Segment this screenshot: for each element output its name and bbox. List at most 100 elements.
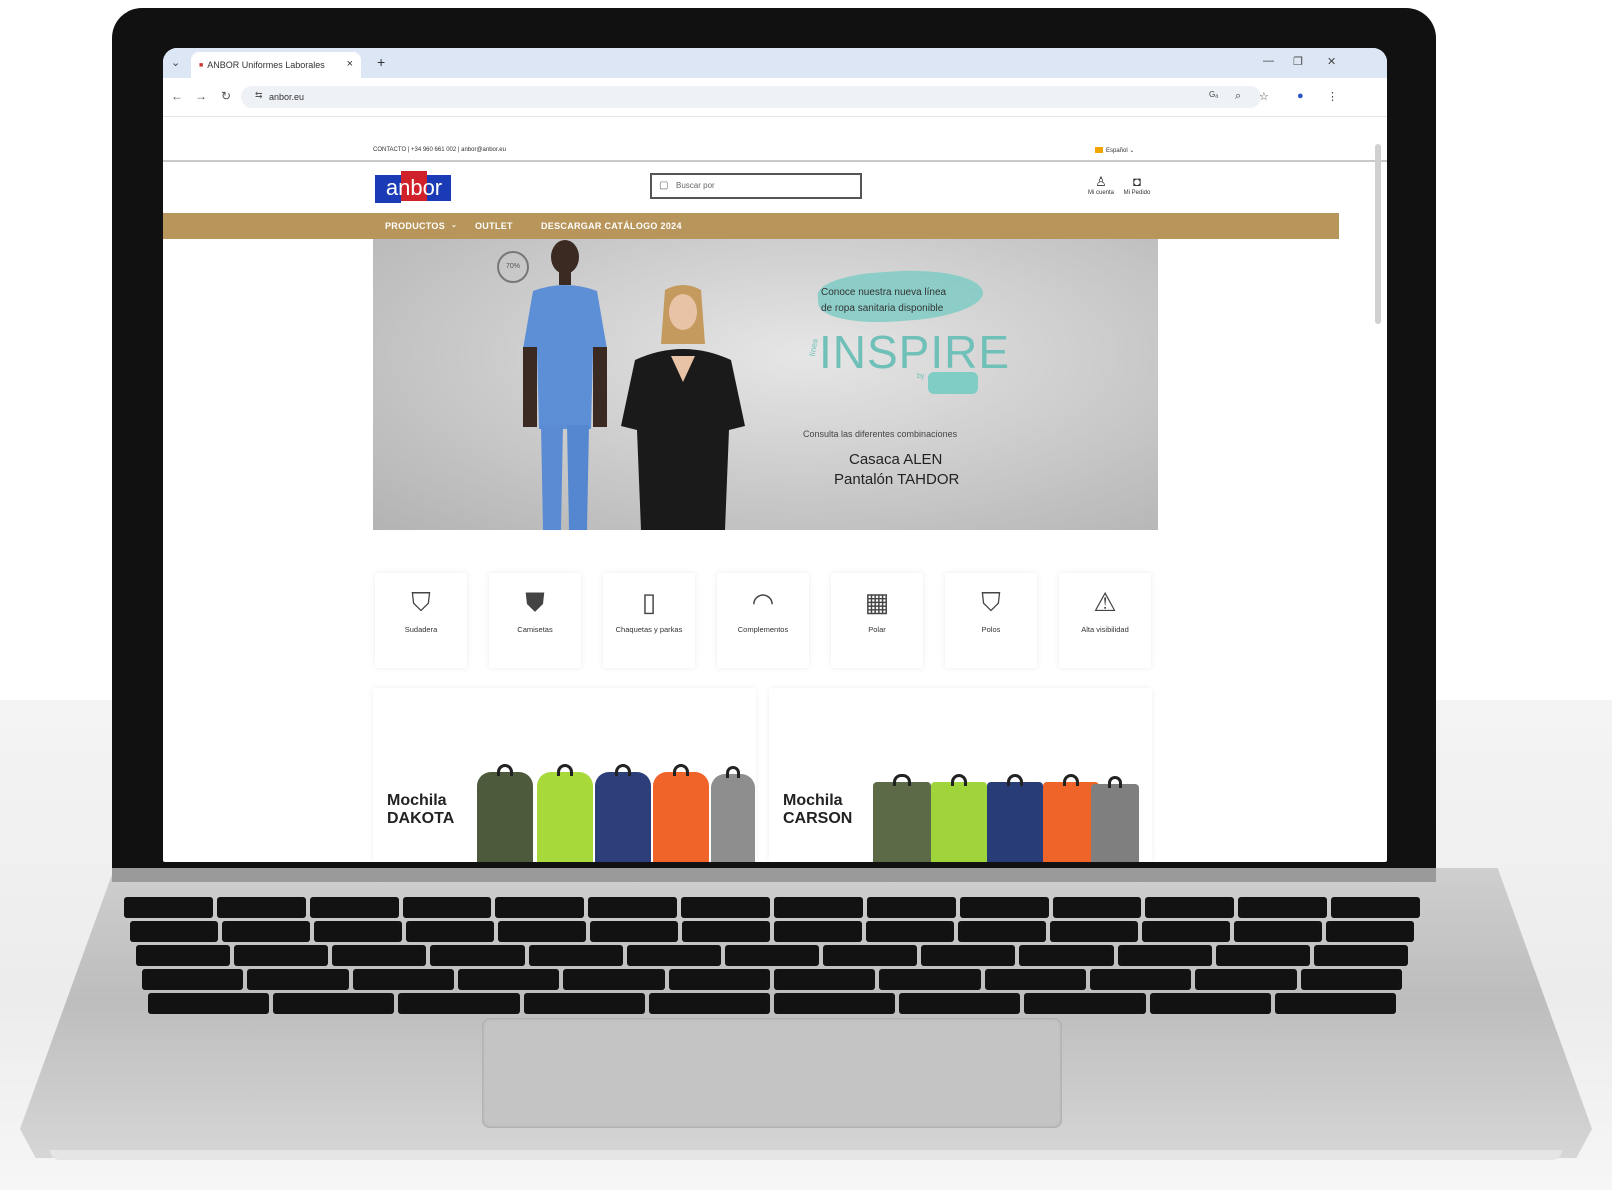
backpack-lime	[931, 774, 987, 862]
account-link[interactable]: ♙ Mi cuenta	[1081, 174, 1121, 196]
browser-address-row: ← → ↻ anbor.eu ⇆ Gₐ ⌕ ☆ ● ⋮	[163, 78, 1387, 117]
keyboard-key	[130, 921, 218, 942]
keyboard-key	[309, 897, 399, 918]
keyboard-key	[866, 897, 956, 918]
laptop-front-edge	[50, 1150, 1562, 1160]
keyboard-key	[774, 969, 876, 990]
keyboard-key	[430, 945, 525, 966]
keyboard-key	[523, 993, 645, 1014]
cart-label: Mi Pedido	[1123, 190, 1151, 196]
backpack-navy	[987, 774, 1043, 862]
backpack-lime	[537, 764, 593, 862]
category-label: Polos	[981, 625, 1001, 634]
tab-title: ANBOR Uniformes Laborales	[207, 60, 325, 70]
new-tab-button[interactable]: +	[377, 54, 385, 70]
keyboard-key	[1300, 969, 1402, 990]
keyboard-key	[1145, 897, 1235, 918]
language-label: Español	[1106, 148, 1128, 154]
forward-icon[interactable]: →	[195, 89, 207, 103]
keyboard-key	[1019, 945, 1114, 966]
profile-icon[interactable]: ●	[1297, 90, 1304, 102]
keyboard-key	[1234, 921, 1322, 942]
backpack-grey	[1091, 776, 1139, 862]
keyboard-key	[1149, 993, 1271, 1014]
keyboard-key	[1274, 993, 1396, 1014]
browser-tab[interactable]: ■ ANBOR Uniformes Laborales ×	[191, 52, 361, 78]
model-man-scrubs	[523, 240, 607, 530]
category-complementos[interactable]: ◠ Complementos	[717, 573, 809, 668]
menu-item-catalogo[interactable]: DESCARGAR CATÁLOGO 2024	[541, 221, 682, 231]
keyboard-key	[1313, 945, 1408, 966]
promo-mochila-carson[interactable]: Mochila CARSON	[769, 688, 1152, 862]
tab-list-icon[interactable]: ⌄	[171, 56, 180, 69]
translate-icon[interactable]: Gₐ	[1209, 90, 1218, 99]
keyboard-key	[823, 945, 918, 966]
menu-item-outlet[interactable]: OUTLET	[475, 221, 513, 231]
polo-icon: ⛉	[981, 587, 1001, 617]
window-close-icon[interactable]: ✕	[1327, 55, 1336, 68]
keyboard-key	[1142, 921, 1230, 942]
site-info-icon[interactable]: ⇆	[255, 90, 263, 101]
keyboard-key	[724, 945, 820, 966]
cart-link[interactable]: ◘ Mi Pedido	[1117, 174, 1157, 196]
category-label: Sudadera	[404, 625, 438, 634]
bookmark-star-icon[interactable]: ☆	[1259, 90, 1269, 103]
category-chaquetas[interactable]: ▯ Chaquetas y parkas	[603, 573, 695, 668]
category-camisetas[interactable]: ⛊ Camisetas	[489, 573, 581, 668]
restore-icon[interactable]: ❐	[1293, 55, 1303, 68]
keyboard-key	[921, 945, 1016, 966]
keyboard-key	[1090, 969, 1192, 990]
keyboard-key	[648, 993, 770, 1014]
tshirt-icon: ⛊	[525, 587, 545, 617]
top-info-strip: CONTACTO | +34 960 661 002 | anbor@anbor…	[163, 144, 1387, 162]
language-selector[interactable]: Español ⌄	[1095, 147, 1134, 154]
category-polar[interactable]: ▦ Polar	[831, 573, 923, 668]
category-polos[interactable]: ⛉ Polos	[945, 573, 1037, 668]
reload-icon[interactable]: ↻	[221, 89, 231, 103]
page-scrollbar[interactable]	[1375, 144, 1381, 324]
keyboard-key	[1238, 897, 1328, 918]
backpack-olive	[873, 774, 931, 862]
keyboard-key	[1215, 945, 1310, 966]
search-input[interactable]: ▢ Buscar por	[650, 173, 862, 199]
laptop-screen: ⌄ ■ ANBOR Uniformes Laborales × + — ❐ ✕ …	[163, 48, 1387, 862]
anbor-logo[interactable]: anbor	[375, 169, 453, 205]
browser-menu-icon[interactable]: ⋮	[1327, 90, 1338, 103]
keyboard-key	[273, 993, 395, 1014]
category-label: Chaquetas y parkas	[615, 625, 683, 634]
keyboard-key	[1024, 993, 1146, 1014]
keyboard-key	[681, 897, 770, 918]
keyboard-key	[495, 897, 585, 918]
keyboard-key	[984, 969, 1086, 990]
hero-by: by	[917, 373, 925, 380]
trackpad[interactable]	[482, 1018, 1062, 1128]
backpack-green	[477, 764, 533, 862]
keyboard-key	[958, 921, 1046, 942]
keyboard-key	[402, 897, 492, 918]
promo-title: Mochila CARSON	[783, 792, 853, 827]
keyboard-key	[879, 969, 981, 990]
keyboard-key	[1195, 969, 1297, 990]
model-woman-scrubs	[621, 285, 745, 530]
back-icon[interactable]: ←	[171, 89, 183, 103]
favicon-icon: ■	[199, 61, 204, 69]
contact-info: CONTACTO | +34 960 661 002 | anbor@anbor…	[373, 147, 506, 153]
logo-text: anbor	[386, 175, 442, 200]
keyboard-key	[1050, 921, 1138, 942]
category-alta-visibilidad[interactable]: ⚠ Alta visibilidad	[1059, 573, 1151, 668]
category-sudadera[interactable]: ⛉ Sudadera	[375, 573, 467, 668]
zoom-icon[interactable]: ⌕	[1235, 90, 1241, 103]
promo-mochila-dakota[interactable]: Mochila DAKOTA	[373, 688, 756, 862]
hero-banner[interactable]: 70% Conoce nuestra nueva línea de ropa s…	[373, 239, 1158, 530]
backpack-grey	[711, 766, 755, 862]
menu-item-productos[interactable]: PRODUCTOS	[385, 221, 445, 231]
keyboard-key	[1331, 897, 1420, 918]
keyboard-key	[136, 945, 231, 966]
keyboard-key	[866, 921, 954, 942]
tab-close-icon[interactable]: ×	[347, 58, 353, 70]
url-bar[interactable]: anbor.eu	[241, 86, 1261, 108]
keyboard-key	[590, 921, 678, 942]
minimize-icon[interactable]: —	[1263, 55, 1274, 67]
category-label: Complementos	[737, 625, 789, 634]
keyboard-key	[498, 921, 586, 942]
